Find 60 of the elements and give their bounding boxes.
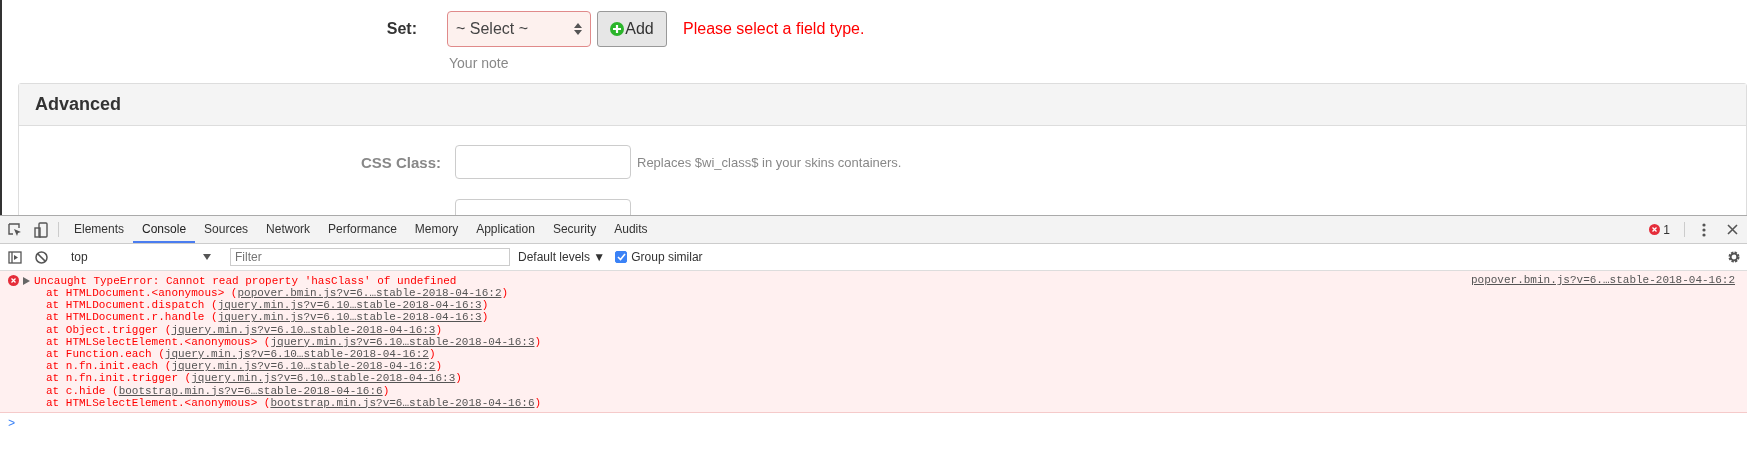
check-icon (616, 253, 626, 261)
devtools-tab[interactable]: Audits (605, 216, 657, 243)
stack-frame: at HTMLDocument.r.handle (jquery.min.js?v=6.10…stable-2018-04-16:3) (8, 311, 1471, 324)
source-link[interactable]: jquery.min.js?v=6.10…stable-2018-04-16:3 (217, 311, 482, 324)
error-text: Uncaught TypeError: Cannot read property 'hasClass' of undefined (34, 274, 457, 287)
caret-icon (203, 254, 211, 260)
error-count[interactable]: 1 (1649, 216, 1670, 243)
levels-dropdown[interactable]: Default levels ▼ (518, 250, 606, 264)
console-prompt[interactable]: > (0, 412, 1747, 435)
source-link[interactable]: bootstrap.min.js?v=6…stable-2018-04-16:6 (270, 396, 535, 409)
field-label: CSS Class: (360, 153, 441, 171)
close-icon[interactable] (1726, 224, 1738, 235)
source-link[interactable]: jquery.min.js?v=6.10…stable-2018-04-16:3 (270, 335, 535, 348)
stack-frame: at HTMLSelectElement.<anonymous> (bootstrap.min.js?v=6…stable-2018-04-16:6) (8, 396, 1471, 409)
select-dropdown[interactable]: ~ Select ~ (447, 11, 591, 47)
source-link[interactable]: jquery.min.js?v=6.10…stable-2018-04-16:3 (191, 372, 456, 385)
filter-field[interactable]: Filter (230, 248, 510, 266)
source-link[interactable]: jquery.min.js?v=6.10…stable-2018-04-16:2 (164, 347, 429, 360)
help-text: Your note (449, 55, 510, 71)
field-label: Set: (385, 20, 417, 38)
panel-title: Advanced (35, 94, 122, 115)
group-similar-checkbox[interactable]: Group similar (615, 250, 703, 264)
input-field[interactable] (455, 145, 631, 179)
source-link[interactable]: jquery.min.js?v=6.10…stable-2018-04-16:2 (171, 360, 436, 373)
settings-icon[interactable] (1727, 250, 1741, 264)
stack-frame: at HTMLDocument.<anonymous> (popover.bmin.js?v=6.…stable-2018-04-16:2) (8, 287, 1471, 300)
error-icon (8, 275, 19, 286)
source-link[interactable]: bootstrap.min.js?v=6…stable-2018-04-16:6 (118, 384, 383, 397)
source-link[interactable]: jquery.min.js?v=6.10…stable-2018-04-16:3 (217, 299, 482, 312)
devtools-tab[interactable]: Console (133, 216, 196, 243)
devtools-tab[interactable]: Elements (65, 216, 134, 243)
sidebar-icon[interactable] (8, 250, 22, 264)
source-link[interactable]: jquery.min.js?v=6.10…stable-2018-04-16:3 (171, 323, 436, 336)
error-icon (1649, 224, 1661, 235)
add-button[interactable]: Add (597, 11, 667, 47)
stack-frame: at n.fn.init.trigger (jquery.min.js?v=6.10…stable-2018-04-16:3) (8, 372, 1471, 385)
device-icon[interactable] (34, 221, 48, 238)
devtools-tab[interactable]: Sources (195, 216, 258, 243)
stack-frame: at HTMLDocument.dispatch (jquery.min.js?v=6.10…stable-2018-04-16:3) (8, 299, 1471, 312)
stack-frame: at Object.trigger (jquery.min.js?v=6.10…stable-2018-04-16:3) (8, 323, 1471, 336)
more-icon[interactable] (1702, 222, 1706, 237)
clear-icon[interactable] (34, 250, 48, 264)
context-dropdown[interactable]: top (65, 250, 217, 264)
source-link[interactable]: popover.bmin.js?v=6.…stable-2018-04-16:2 (237, 287, 502, 299)
inspect-icon[interactable] (7, 221, 23, 238)
devtools-tab[interactable]: Memory (405, 216, 468, 243)
stack-frame: at c.hide (bootstrap.min.js?v=6…stable-2018-04-16:6) (8, 384, 1471, 397)
error-message: Please select a field type. (683, 20, 865, 38)
devtools-tab[interactable]: Application (467, 216, 544, 243)
updown-icon (574, 23, 582, 35)
help-text: Replaces $wi_class$ in your skins containers. (637, 154, 902, 170)
devtools-tab[interactable]: Security (543, 216, 606, 243)
devtools-tab[interactable]: Network (257, 216, 320, 243)
source-link[interactable]: popover.bmin.js?v=6.…stable-2018-04-16:2 (1470, 274, 1735, 409)
stack-frame: at n.fn.init.each (jquery.min.js?v=6.10…stable-2018-04-16:2) (8, 360, 1471, 373)
expand-icon[interactable] (23, 276, 30, 285)
stack-frame: at Function.each (jquery.min.js?v=6.10…stable-2018-04-16:2) (8, 347, 1471, 361)
devtools-tab[interactable]: Performance (319, 216, 406, 243)
stack-frame: at HTMLSelectElement.<anonymous> (jquery.min.js?v=6.10…stable-2018-04-16:3) (8, 335, 1471, 348)
plus-icon (610, 22, 625, 36)
